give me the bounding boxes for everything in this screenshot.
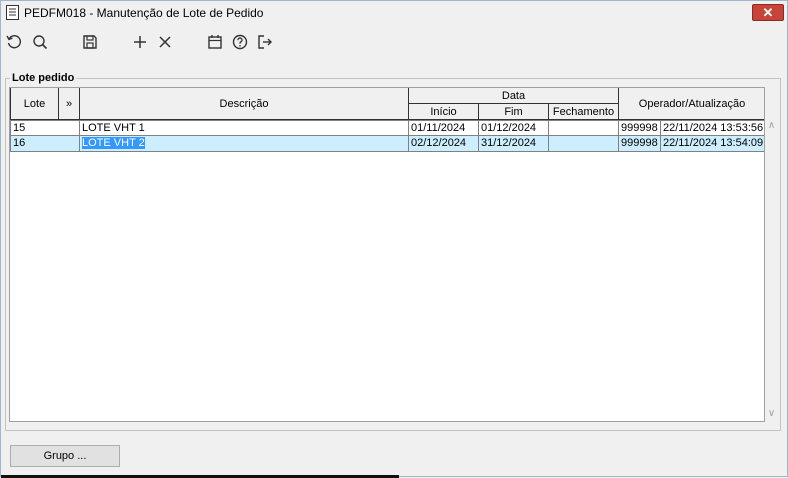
vertical-scrollbar[interactable]: ∧ ∨ (765, 119, 778, 421)
scroll-up-icon[interactable]: ∧ (765, 119, 778, 133)
header-descricao[interactable]: Descrição (80, 88, 409, 120)
scroll-down-icon[interactable]: ∨ (765, 407, 778, 421)
table-row-selected[interactable]: 16 LOTE VHT 2 02/12/2024 31/12/2024 9999… (10, 136, 764, 152)
table-row[interactable]: 15 LOTE VHT 1 01/11/2024 01/12/2024 9999… (10, 120, 764, 136)
title-bar: PEDFM018 - Manutenção de Lote de Pedido … (1, 1, 787, 25)
cell-fim[interactable]: 31/12/2024 (479, 136, 549, 152)
lote-table[interactable]: Lote » Descrição Data Início Fim Fechame… (9, 87, 765, 422)
cell-atualizacao[interactable]: 22/11/2024 13:53:56 (661, 120, 764, 136)
cell-inicio[interactable]: 01/11/2024 (409, 120, 479, 136)
cell-atualizacao[interactable]: 22/11/2024 13:54:09 (661, 136, 764, 152)
grupo-button[interactable]: Grupo ... (10, 445, 120, 467)
help-icon[interactable] (230, 32, 250, 52)
add-icon[interactable] (130, 32, 150, 52)
header-inicio[interactable]: Início (409, 104, 479, 120)
search-icon[interactable] (30, 32, 50, 52)
delete-icon[interactable] (155, 32, 175, 52)
close-button[interactable]: ✕ (752, 4, 784, 21)
selected-text[interactable]: LOTE VHT 2 (82, 137, 145, 149)
window-title: PEDFM018 - Manutenção de Lote de Pedido (24, 6, 264, 20)
cell-inicio[interactable]: 02/12/2024 (409, 136, 479, 152)
cell-fechamento[interactable] (549, 120, 619, 136)
header-lote[interactable]: Lote (10, 88, 59, 120)
cell-fechamento[interactable] (549, 136, 619, 152)
header-fim[interactable]: Fim (479, 104, 549, 120)
toolbar (1, 27, 787, 57)
header-data: Data (409, 88, 619, 104)
document-icon (6, 5, 19, 20)
cell-descricao[interactable]: LOTE VHT 1 (80, 120, 409, 136)
exit-icon[interactable] (255, 32, 275, 52)
header-fechamento[interactable]: Fechamento (549, 104, 619, 120)
cell-operador[interactable]: 999998 (619, 120, 661, 136)
cell-fim[interactable]: 01/12/2024 (479, 120, 549, 136)
app-window: PEDFM018 - Manutenção de Lote de Pedido … (0, 0, 788, 478)
cell-operador[interactable]: 999998 (619, 136, 661, 152)
cell-lote[interactable]: 16 (10, 136, 80, 152)
save-icon[interactable] (80, 32, 100, 52)
calendar-icon[interactable] (205, 32, 225, 52)
group-title: Lote pedido (10, 72, 77, 84)
cell-lote[interactable]: 15 (10, 120, 80, 136)
header-operador-atualizacao[interactable]: Operador/Atualização (619, 88, 764, 120)
cell-descricao[interactable]: LOTE VHT 2 (80, 136, 409, 152)
refresh-icon[interactable] (4, 32, 24, 52)
header-expand[interactable]: » (59, 88, 80, 120)
